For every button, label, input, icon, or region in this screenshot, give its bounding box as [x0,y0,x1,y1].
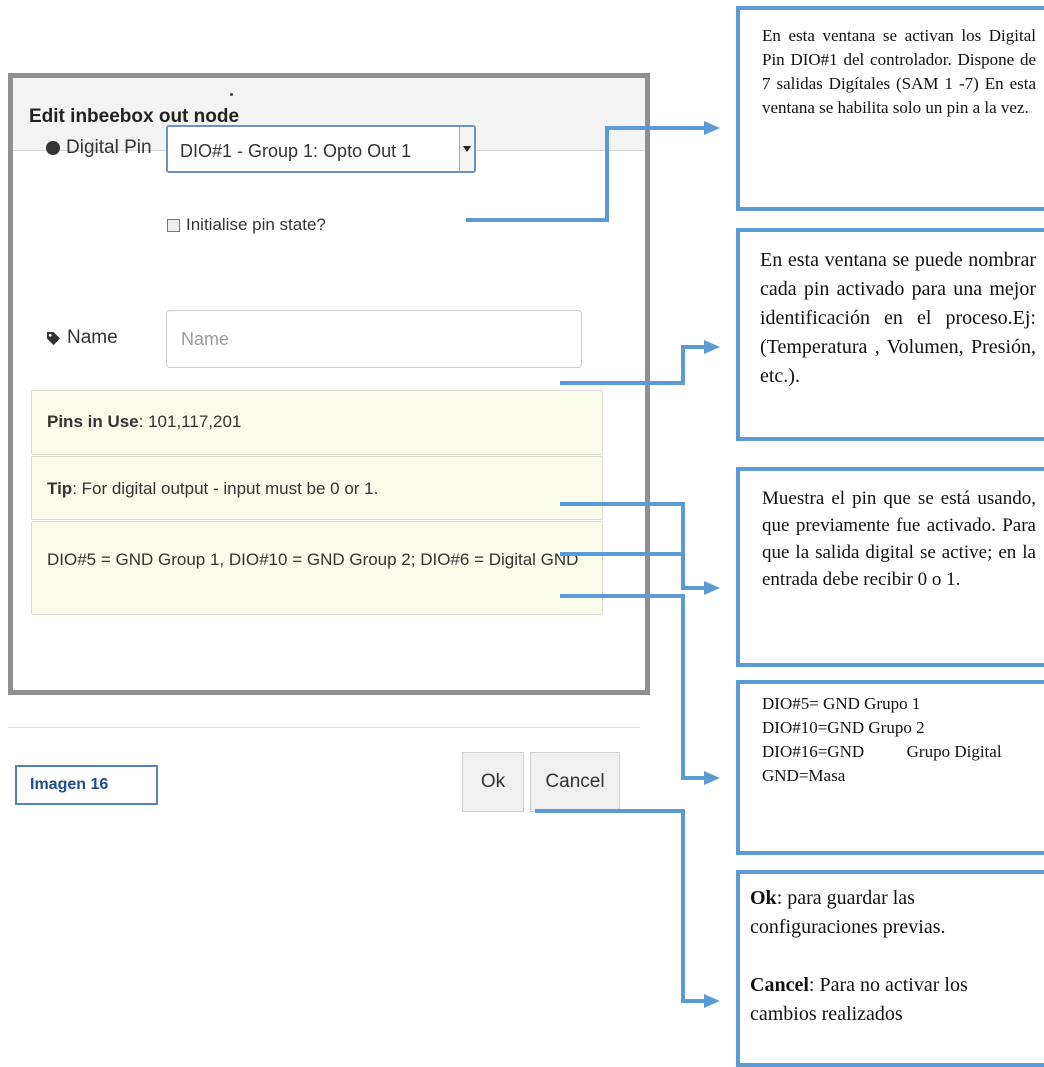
note-ok: Ok: para guardar las configuraciones pre… [750,884,1036,942]
arrowhead-name [704,340,720,354]
connector-digital-pin [466,126,706,222]
connector-pins-in-use [560,502,706,590]
note-gnd-line1: DIO#5= GND Grupo 1 [762,694,921,713]
note-ok-text: : para guardar las configuraciones previ… [750,887,946,938]
connector-buttons [535,809,706,1003]
arrowhead-gnd [704,771,720,785]
note-pins-in-use-text: Muestra el pin que se está usando, que p… [762,488,1036,590]
note-gnd-line4: GND=Masa [762,766,846,785]
connector-name [560,345,706,385]
note-spacer [750,942,1036,971]
note-ok-label: Ok [750,887,777,909]
note-gnd-line3: DIO#16=GND Grupo Digital [762,742,1002,761]
arrowhead-pins-in-use [704,581,720,595]
note-digital-pin: En esta ventana se activan los Digital P… [736,6,1044,211]
note-name: En esta ventana se puede nombrar cada pi… [736,228,1044,441]
note-gnd-line2: DIO#10=GND Grupo 2 [762,718,925,737]
note-gnd: DIO#5= GND Grupo 1 DIO#10=GND Grupo 2 DI… [736,680,1044,855]
arrowhead-digital-pin [704,121,720,135]
note-buttons: Ok: para guardar las configuraciones pre… [736,870,1044,1067]
note-cancel-label: Cancel [750,974,809,996]
note-name-text: En esta ventana se puede nombrar cada pi… [760,249,1036,387]
note-cancel: Cancel: Para no activar los cambios real… [750,971,1036,1029]
connector-gnd [560,594,706,780]
note-pins-in-use: Muestra el pin que se está usando, que p… [736,467,1044,667]
arrowhead-buttons [704,994,720,1008]
note-digital-pin-text: En esta ventana se activan los Digital P… [762,26,1036,117]
